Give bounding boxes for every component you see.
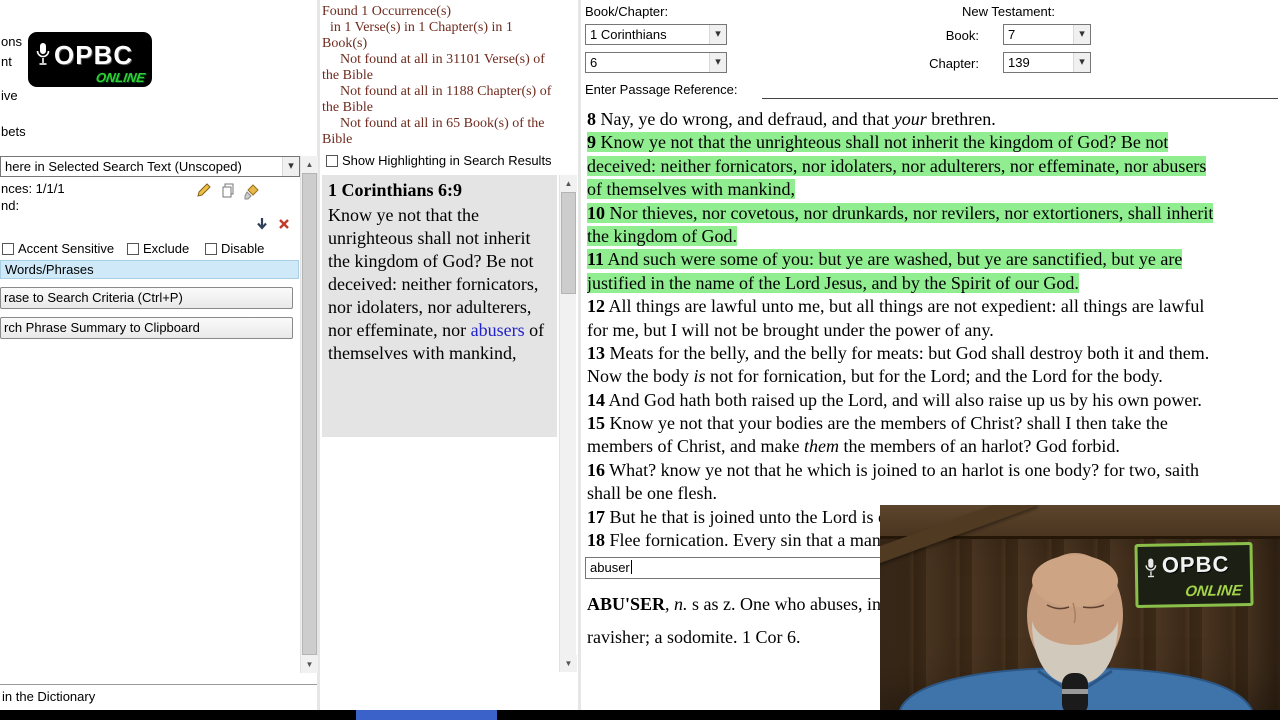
dictionary-hint-status: in the Dictionary (2, 689, 96, 704)
logo-sub-text: ONLINE (94, 70, 147, 85)
new-testament-label: New Testament: (962, 4, 1055, 19)
chevron-down-icon[interactable]: ▾ (282, 157, 299, 176)
video-progress-bar[interactable] (0, 710, 1280, 720)
stat-line: Not found at all in 65 Book(s) of the Bi… (322, 116, 545, 147)
chevron-down-icon[interactable]: ▾ (709, 25, 726, 44)
exclude-checkbox[interactable]: Exclude (127, 241, 189, 256)
chapter-number-value: 139 (1008, 55, 1030, 70)
bible-text[interactable]: 8 Nay, ye do wrong, and defraud, and tha… (587, 108, 1280, 558)
show-highlighting-checkbox[interactable]: Show Highlighting in Search Results (326, 153, 552, 168)
presenter (899, 553, 1253, 710)
webcam-overlay: OPBC ONLINE (880, 505, 1280, 710)
checkbox-box[interactable] (2, 243, 14, 255)
move-down-icon[interactable] (254, 216, 271, 233)
status-divider (0, 684, 317, 685)
book-number-value: 7 (1008, 27, 1016, 42)
progress-segment (356, 710, 497, 720)
book-number-select[interactable]: 7 ▾ (1003, 24, 1091, 45)
dictionary-search-value: abuser (590, 560, 630, 575)
scroll-down-icon[interactable]: ▼ (301, 656, 318, 673)
disable-checkbox[interactable]: Disable (205, 241, 264, 256)
text-cursor (630, 560, 632, 574)
chevron-down-icon[interactable]: ▾ (1073, 53, 1090, 72)
checkbox-box[interactable] (127, 243, 139, 255)
checkbox-label: Exclude (143, 241, 190, 256)
checkbox-label: Accent Sensitive (18, 241, 115, 256)
sidebar-item[interactable]: nt (1, 54, 12, 69)
book-name-select[interactable]: 1 Corinthians ▾ (585, 24, 727, 45)
scroll-up-icon[interactable]: ▲ (301, 156, 318, 173)
chevron-down-icon[interactable]: ▾ (1073, 25, 1090, 44)
sidebar-item[interactable]: bets (1, 124, 26, 139)
passage-reference-input[interactable] (762, 82, 1278, 99)
clean-icon[interactable] (244, 184, 261, 201)
scroll-up-icon[interactable]: ▲ (560, 175, 577, 192)
book-number-label: Book: (945, 28, 979, 43)
copy-summary-button[interactable]: rch Phrase Summary to Clipboard (0, 317, 293, 339)
sidebar-item[interactable]: ive (1, 88, 18, 103)
left-panel-scrollbar[interactable]: ▲ ▼ (300, 156, 318, 673)
add-phrase-button[interactable]: rase to Search Criteria (Ctrl+P) (0, 287, 293, 309)
search-tools-panel: ons nt ive bets OPBC ONLINE here in Sele… (0, 0, 318, 710)
chapter-number-label: Chapter: (929, 56, 979, 71)
scroll-down-icon[interactable]: ▼ (560, 655, 577, 672)
search-result-card[interactable]: 1 Corinthians 6:9 Know ye not that the u… (322, 175, 557, 437)
search-stats: Found 1 Occurrence(s) in 1 Verse(s) in 1… (322, 4, 556, 148)
search-scope-select[interactable]: here in Selected Search Text (Unscoped) … (0, 156, 300, 177)
accent-sensitive-checkbox[interactable]: Accent Sensitive (2, 241, 114, 256)
edit-icon[interactable] (196, 182, 213, 199)
checkbox-box[interactable] (205, 243, 217, 255)
checkbox-box[interactable] (326, 155, 338, 167)
delete-icon[interactable] (276, 216, 293, 233)
chevron-down-icon[interactable]: ▾ (709, 53, 726, 72)
microphone-icon (36, 43, 50, 65)
checkbox-label: Show Highlighting in Search Results (342, 153, 552, 168)
occurrences-label: nces: 1/1/1 (1, 181, 65, 196)
chapter-select[interactable]: 6 ▾ (585, 52, 727, 73)
results-scrollbar[interactable]: ▲ ▼ (559, 175, 577, 672)
logo-brand-text: OPBC (54, 40, 134, 70)
sidebar-item[interactable]: ons (1, 34, 22, 49)
stat-line: Found 1 Occurrence(s) (322, 4, 452, 19)
scrollbar-thumb[interactable] (302, 173, 317, 655)
stat-line: Not found at all in 31101 Verse(s) of th… (322, 52, 545, 83)
passage-reference-label: Enter Passage Reference: (585, 82, 738, 97)
result-reference[interactable]: 1 Corinthians 6:9 (328, 179, 551, 202)
words-phrases-section-header[interactable]: Words/Phrases (0, 260, 299, 279)
stat-line: Not found at all in 1188 Chapter(s) of t… (322, 84, 552, 115)
stat-line: in 1 Verse(s) in 1 Chapter(s) in 1 Book(… (322, 20, 513, 51)
scrollbar-thumb[interactable] (561, 192, 576, 294)
chapter-value: 6 (590, 55, 598, 70)
book-name-value: 1 Corinthians (590, 27, 667, 42)
opbc-online-logo: OPBC ONLINE (28, 32, 152, 87)
find-label: nd: (1, 198, 20, 213)
chapter-number-select[interactable]: 139 ▾ (1003, 52, 1091, 73)
book-chapter-label: Book/Chapter: (585, 4, 669, 19)
search-results-panel: Found 1 Occurrence(s) in 1 Verse(s) in 1… (320, 0, 578, 710)
search-scope-value: here in Selected Search Text (Unscoped) (5, 159, 242, 174)
result-verse-text: Know ye not that the unrighteous shall n… (328, 205, 545, 363)
copy-icon[interactable] (220, 182, 237, 199)
checkbox-label: Disable (221, 241, 265, 256)
